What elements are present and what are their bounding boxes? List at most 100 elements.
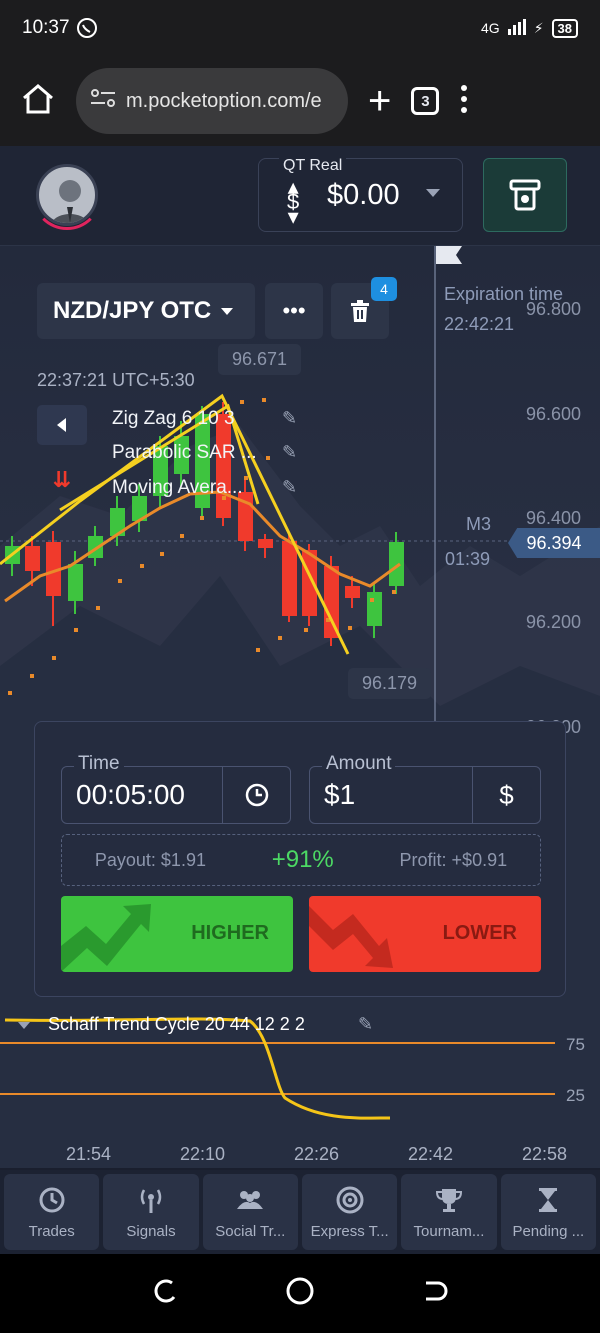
trade-panel: Time 00:05:00 Amount $1 $ Payout: $1.91 … [34, 721, 566, 997]
nav-pending-trades[interactable]: Pending ... [500, 1174, 596, 1250]
indicator-zigzag[interactable]: Zig Zag 6 10 3 [112, 408, 235, 430]
avatar[interactable] [36, 164, 98, 226]
clock-icon[interactable] [222, 767, 290, 823]
sar-dot [200, 516, 204, 520]
higher-label: HIGHER [191, 922, 269, 944]
amount-field[interactable]: Amount $1 $ [309, 753, 541, 824]
status-bar: 10:37 4G ⚡ 38 [0, 0, 600, 56]
lower-button[interactable]: LOWER [309, 896, 541, 972]
chevron-down-icon [221, 307, 234, 315]
pencil-icon[interactable]: ✎ [282, 408, 297, 429]
status-time: 10:37 [22, 17, 70, 38]
account-type-label: QT Real [279, 157, 347, 175]
sar-dot [256, 648, 260, 652]
site-settings-icon[interactable] [90, 88, 116, 114]
chart-more-button[interactable]: ••• [265, 283, 323, 339]
system-nav-bar [0, 1254, 600, 1333]
x-tick: 22:42 [408, 1144, 454, 1164]
candle [367, 592, 382, 626]
sar-dot [266, 456, 270, 460]
new-tab-icon[interactable]: + [368, 81, 391, 121]
low-price-tag: 96.179 [348, 668, 432, 699]
arrow-up-chart-icon [61, 904, 151, 972]
candle [68, 564, 83, 601]
url-text: m.pocketoption.com/e [126, 89, 322, 112]
sort-button[interactable]: ⇊ [37, 460, 87, 500]
candle [324, 566, 339, 638]
charging-icon: ⚡ [533, 19, 544, 36]
bottom-nav: Trades Signals Social Tr... Express T...… [0, 1170, 600, 1254]
sar-dot [180, 534, 184, 538]
home-circle-icon[interactable] [285, 1276, 315, 1311]
arrow-down-chart-icon [309, 906, 393, 968]
sar-dot [244, 476, 248, 480]
price-chart[interactable]: NZD/JPY OTC ••• 4 Expiration time 22:42:… [0, 246, 600, 1168]
app-header: QT Real ▴ $ ▾ $0.00 [0, 146, 600, 246]
nav-trades[interactable]: Trades [4, 1174, 100, 1250]
server-time: 22:37:21 UTC+5:30 [37, 370, 195, 390]
candle [282, 541, 297, 616]
currency-icon[interactable]: $ [472, 767, 540, 823]
time-value: 00:05:00 [76, 779, 185, 810]
more-dots-label: ••• [282, 298, 306, 323]
timeframe-label: M3 [466, 514, 492, 534]
nav-label: Tournam... [413, 1222, 485, 1240]
account-balance-selector[interactable]: QT Real ▴ $ ▾ $0.00 [258, 157, 463, 232]
overflow-menu-icon[interactable] [459, 84, 469, 119]
y-tick: 96.600 [526, 404, 582, 424]
users-icon [237, 1190, 264, 1209]
time-field[interactable]: Time 00:05:00 [61, 753, 291, 824]
chevron-down-icon [426, 189, 440, 197]
candle-countdown: 01:39 [445, 549, 491, 569]
collapse-indicators-button[interactable] [37, 405, 87, 445]
oscillator-level: 25 [566, 1086, 585, 1105]
nav-label: Signals [126, 1222, 176, 1240]
nav-express-trades[interactable]: Express T... [301, 1174, 398, 1250]
home-icon[interactable] [20, 82, 56, 121]
x-tick: 22:10 [180, 1144, 226, 1164]
amount-label: Amount [322, 753, 396, 775]
target-icon [336, 1186, 364, 1213]
sar-dot [30, 674, 34, 678]
balance-amount: $0.00 [327, 179, 400, 211]
sar-dot [240, 400, 244, 404]
candle [389, 542, 404, 586]
indicator-moving-average[interactable]: Moving Avera... [112, 477, 243, 499]
higher-button[interactable]: HIGHER [61, 896, 293, 972]
recents-icon[interactable] [152, 1277, 180, 1310]
sar-dot [140, 564, 144, 568]
indicator-parabolic-sar[interactable]: Parabolic SAR ... [112, 442, 257, 464]
network-label: 4G [481, 20, 500, 36]
sar-dot [370, 598, 374, 602]
tab-switcher-button[interactable]: 3 [411, 87, 440, 115]
chevron-down-icon[interactable] [18, 1022, 30, 1029]
url-bar[interactable]: m.pocketoption.com/e [76, 68, 348, 134]
x-tick: 21:54 [66, 1144, 112, 1164]
payout-text: Payout: $1.91 [94, 849, 206, 870]
pencil-icon[interactable]: ✎ [358, 1014, 373, 1035]
sar-dot [160, 552, 164, 556]
asset-selector[interactable]: NZD/JPY OTC [37, 283, 255, 339]
back-icon[interactable] [420, 1277, 448, 1310]
nav-tournaments[interactable]: Tournam... [401, 1174, 497, 1250]
sar-dot [278, 636, 282, 640]
signal-icon [140, 1188, 162, 1213]
pencil-icon[interactable]: ✎ [282, 442, 297, 463]
oscillator-name: Schaff Trend Cycle 20 44 12 2 2 [48, 1014, 305, 1034]
nav-label: Pending ... [512, 1222, 585, 1240]
nav-label: Trades [28, 1222, 75, 1240]
x-tick: 22:26 [294, 1144, 340, 1164]
oscillator-level: 75 [566, 1035, 585, 1054]
y-tick: 96.800 [526, 299, 582, 319]
nav-signals[interactable]: Signals [103, 1174, 199, 1250]
wallet-icon [509, 179, 541, 211]
browser-toolbar: m.pocketoption.com/e + 3 [0, 56, 600, 146]
candle [345, 586, 360, 598]
sar-dot [96, 606, 100, 610]
deposit-button[interactable] [483, 158, 567, 232]
sar-dot [118, 579, 122, 583]
nav-social-trading[interactable]: Social Tr... [202, 1174, 298, 1250]
sar-dot [262, 398, 266, 402]
signal-icon [507, 18, 526, 38]
pencil-icon[interactable]: ✎ [282, 477, 297, 498]
